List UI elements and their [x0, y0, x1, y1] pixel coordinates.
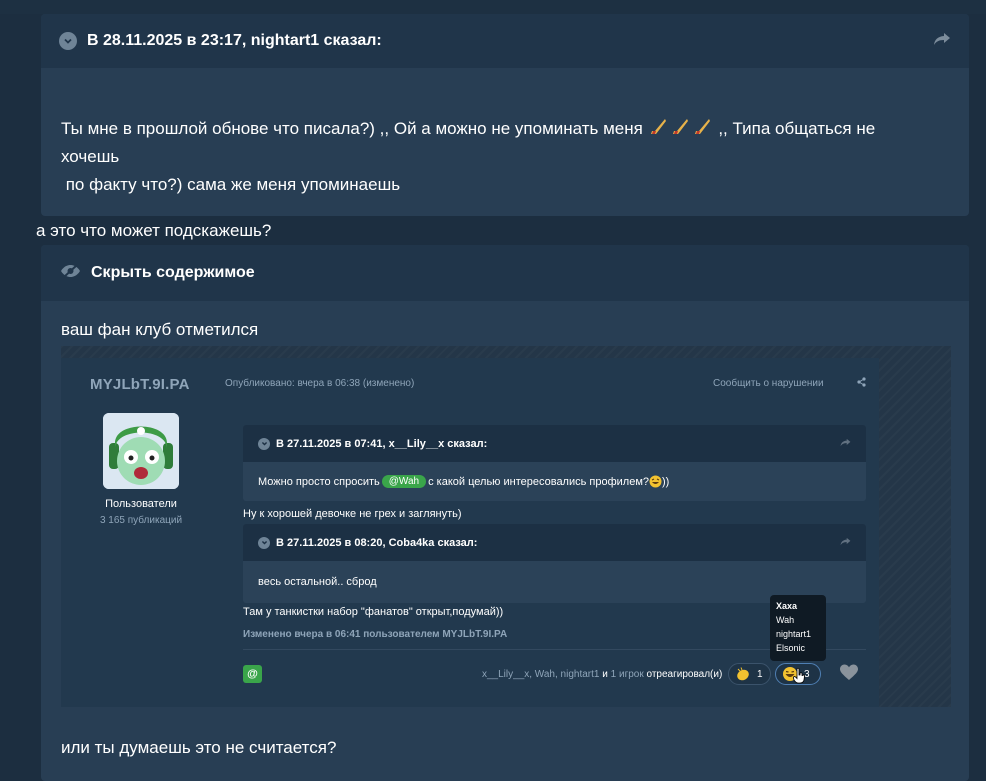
avatar[interactable]	[103, 413, 179, 489]
mention-button[interactable]: @	[243, 665, 262, 683]
tooltip-name: nightart1	[776, 629, 812, 639]
inner-quote: В 27.11.2025 в 08:20, Coba4ka сказал: ве…	[243, 524, 866, 603]
reacted-suffix: отреагировал(и)	[646, 669, 723, 680]
spoiler-toggle[interactable]: Скрыть содержимое	[41, 245, 969, 301]
inner-quote: В 27.11.2025 в 07:41, x__Lily__x сказал:…	[243, 425, 866, 501]
spoiler-text: или ты думаешь это не считается?	[61, 738, 337, 757]
reacted-and: и	[602, 669, 608, 680]
reaction-clap[interactable]: 1	[728, 663, 771, 685]
post-text-line: а это что может подскажешь?	[36, 221, 272, 240]
hockey-stick-emoji-icon	[672, 119, 688, 134]
quote-block: В 28.11.2025 в 23:17, nightart1 сказал: …	[41, 14, 969, 216]
eye-hidden-icon	[60, 263, 81, 283]
quote-body: Ты мне в прошлой обнове что писала?) ,, …	[41, 68, 969, 199]
edited-note: Изменено вчера в 06:41 пользователем MYJ…	[243, 629, 508, 640]
quote-text-line1a: Ты мне в прошлой обнове что писала?) ,, …	[61, 119, 643, 138]
reaction-count: 1	[757, 668, 763, 680]
inner-quote-text-end: ))	[662, 475, 670, 488]
inner-quote-text: весь остальной.. сброд	[258, 576, 377, 588]
grin-emoji-icon	[649, 475, 662, 488]
hand-cursor-icon	[793, 667, 805, 689]
tooltip-name: Elsonic	[776, 643, 806, 653]
spoiler-text: ваш фан клуб отметился	[61, 320, 259, 339]
share-arrow-icon[interactable]	[840, 537, 851, 549]
publication-count: 3 165 публикаций	[99, 515, 183, 526]
spoiler-title: Скрыть содержимое	[91, 264, 255, 281]
chevron-down-icon[interactable]	[258, 536, 270, 549]
post-published: Опубликовано: вчера в 06:38 (изменено)	[225, 378, 415, 389]
spoiler-block: Скрыть содержимое ваш фан клуб отметился…	[41, 245, 969, 781]
inner-quote-header[interactable]: В 27.11.2025 в 07:41, x__Lily__x сказал:	[243, 425, 866, 462]
embedded-screenshot: MYJLbT.9I.PA Опубликовано: вчера в 06:38…	[61, 346, 951, 707]
heart-icon[interactable]	[839, 663, 859, 688]
share-arrow-icon[interactable]	[840, 438, 851, 450]
report-link[interactable]: Сообщить о нарушении	[713, 378, 824, 389]
reactions-summary: x__Lily__x, Wah, nightart1 и 1 игрок отр…	[482, 669, 722, 680]
inner-quote-text: с какой целью интересовались профилем?	[428, 475, 650, 488]
chevron-down-icon[interactable]	[258, 437, 270, 450]
reaction-tooltip: Хаха Wah nightart1 Elsonic	[770, 595, 826, 661]
tooltip-heading: Хаха	[776, 601, 798, 611]
quote-header[interactable]: В 28.11.2025 в 23:17, nightart1 сказал:	[41, 14, 969, 68]
share-arrow-icon[interactable]	[933, 32, 951, 51]
quote-text-line3: по факту что?) сама же меня упоминаешь	[61, 175, 401, 194]
user-group: Пользователи	[105, 498, 177, 510]
embedded-post: MYJLbT.9I.PA Опубликовано: вчера в 06:38…	[61, 358, 879, 707]
post-text-line: Там у танкистки набор "фанатов" открыт,п…	[243, 606, 504, 618]
post-text-line: Ну к хорошей девочке не грех и заглянуть…	[243, 508, 462, 520]
quote-text-line1b: ,, Типа общаться не	[718, 119, 876, 138]
inner-quote-title: В 27.11.2025 в 07:41, x__Lily__x сказал:	[276, 437, 488, 450]
mention-tag[interactable]: @Wah	[381, 475, 427, 488]
inner-quote-header[interactable]: В 27.11.2025 в 08:20, Coba4ka сказал:	[243, 524, 866, 561]
post-author-name[interactable]: MYJLbT.9I.PA	[90, 376, 190, 393]
hockey-stick-emoji-icon	[650, 119, 666, 134]
quote-text-line2: хочешь	[61, 147, 120, 166]
reacted-names[interactable]: x__Lily__x, Wah, nightart1	[482, 669, 599, 680]
quote-title: В 28.11.2025 в 23:17, nightart1 сказал:	[87, 32, 382, 49]
inner-quote-text: Можно просто спросить	[258, 475, 380, 488]
inner-quote-body: Можно просто спросить @Wah с какой целью…	[243, 462, 866, 501]
tooltip-name: Wah	[776, 615, 795, 625]
chevron-down-icon[interactable]	[59, 32, 77, 50]
clap-emoji-icon	[737, 667, 749, 681]
reacted-more[interactable]: 1 игрок	[611, 669, 644, 680]
share-icon[interactable]	[857, 377, 866, 390]
inner-quote-title: В 27.11.2025 в 08:20, Coba4ka сказал:	[276, 536, 478, 549]
top-strip	[0, 0, 986, 14]
hockey-stick-emoji-icon	[694, 119, 710, 134]
